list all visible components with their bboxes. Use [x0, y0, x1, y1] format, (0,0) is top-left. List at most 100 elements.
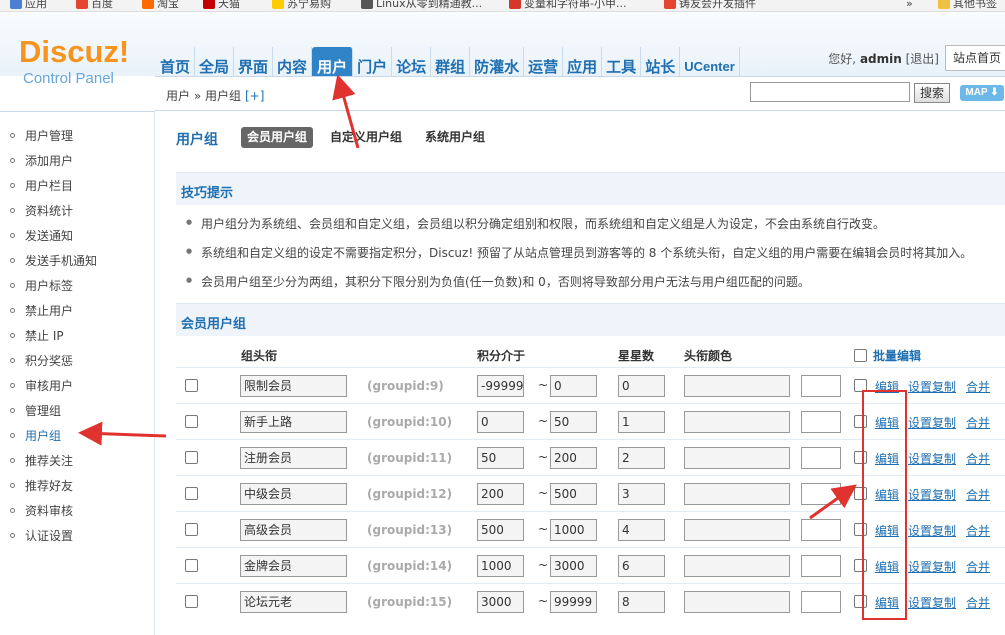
bookmark-overflow[interactable]: » — [906, 0, 913, 11]
logout-link[interactable]: [退出] — [906, 52, 939, 66]
credits-from-input[interactable]: -99999 — [477, 375, 524, 397]
stars-input[interactable]: 4 — [618, 519, 665, 541]
credits-from-input[interactable]: 1000 — [477, 555, 524, 577]
search-button[interactable]: 搜索 — [914, 83, 950, 103]
stars-input[interactable]: 8 — [618, 591, 665, 613]
sidebar-item[interactable]: 禁止用户 — [10, 301, 73, 319]
merge-link[interactable]: 合并 — [966, 594, 990, 611]
group-title-input[interactable]: 限制会员 — [240, 375, 347, 397]
group-title-input[interactable]: 高级会员 — [240, 519, 347, 541]
credits-from-input[interactable]: 200 — [477, 483, 524, 505]
credits-to-input[interactable]: 3000 — [550, 555, 597, 577]
sidebar-item[interactable]: 积分奖惩 — [10, 351, 73, 369]
color-input[interactable] — [684, 411, 790, 433]
sidebar-item[interactable]: 审核用户 — [10, 376, 73, 394]
sidebar-item[interactable]: 禁止 IP — [10, 326, 64, 344]
sidebar-item[interactable]: 资料审核 — [10, 501, 73, 519]
row-checkbox[interactable] — [185, 415, 198, 428]
credits-from-input[interactable]: 3000 — [477, 591, 524, 613]
stars-input[interactable]: 1 — [618, 411, 665, 433]
copy-settings-link[interactable]: 设置复制 — [908, 594, 956, 611]
stars-input[interactable]: 0 — [618, 375, 665, 397]
bookmark-tmall[interactable]: 天猫 — [203, 0, 240, 11]
row-checkbox[interactable] — [185, 379, 198, 392]
sidebar-item[interactable]: 推荐好友 — [10, 476, 73, 494]
batch-edit-checkbox[interactable] — [854, 349, 867, 362]
sidebar-item[interactable]: 认证设置 — [10, 526, 73, 544]
tab-custom-groups[interactable]: 自定义用户组 — [324, 127, 408, 148]
stars-input[interactable]: 3 — [618, 483, 665, 505]
copy-settings-link[interactable]: 设置复制 — [908, 450, 956, 467]
group-title-input[interactable]: 论坛元老 — [240, 591, 347, 613]
credits-to-input[interactable]: 500 — [550, 483, 597, 505]
sidebar-item[interactable]: 推荐关注 — [10, 451, 73, 469]
stars-input[interactable]: 2 — [618, 447, 665, 469]
color-input[interactable] — [684, 447, 790, 469]
row-checkbox[interactable] — [185, 451, 198, 464]
sidebar-item[interactable]: 发送通知 — [10, 226, 73, 244]
add-shortcut-link[interactable]: [+] — [245, 89, 264, 103]
bookmark-python[interactable]: 变量和字符串-小甲... — [509, 0, 626, 11]
credits-to-input[interactable]: 1000 — [550, 519, 597, 541]
row-checkbox[interactable] — [185, 523, 198, 536]
row-checkbox[interactable] — [185, 487, 198, 500]
row-checkbox[interactable] — [185, 559, 198, 572]
sidebar-item[interactable]: 发送手机通知 — [10, 251, 97, 269]
color-picker[interactable] — [801, 411, 841, 433]
credits-to-input[interactable]: 200 — [550, 447, 597, 469]
sidebar-item[interactable]: 用户标签 — [10, 276, 73, 294]
bookmark-taobao[interactable]: 淘宝 — [142, 0, 179, 11]
copy-settings-link[interactable]: 设置复制 — [908, 378, 956, 395]
stars-input[interactable]: 6 — [618, 555, 665, 577]
logo[interactable]: Discuz! — [19, 36, 129, 68]
credits-from-input[interactable]: 500 — [477, 519, 524, 541]
color-input[interactable] — [684, 483, 790, 505]
bookmark-linux[interactable]: Linux从零到精通教... — [361, 0, 482, 11]
copy-settings-link[interactable]: 设置复制 — [908, 414, 956, 431]
group-title-input[interactable]: 金牌会员 — [240, 555, 347, 577]
merge-link[interactable]: 合并 — [966, 522, 990, 539]
site-home-button[interactable]: 站点首页 — [945, 45, 1005, 71]
merge-link[interactable]: 合并 — [966, 558, 990, 575]
bookmark-plugin[interactable]: 铸友会开发插件 — [664, 0, 756, 11]
credits-from-input[interactable]: 50 — [477, 447, 524, 469]
color-input[interactable] — [684, 591, 790, 613]
copy-settings-link[interactable]: 设置复制 — [908, 522, 956, 539]
color-input[interactable] — [684, 555, 790, 577]
sidebar-item[interactable]: 用户管理 — [10, 126, 73, 144]
sidebar-item[interactable]: 管理组 — [10, 401, 61, 419]
copy-settings-link[interactable]: 设置复制 — [908, 486, 956, 503]
sidebar-item[interactable]: 用户组 — [10, 426, 61, 444]
color-picker[interactable] — [801, 555, 841, 577]
credits-to-input[interactable]: 99999 — [550, 591, 597, 613]
merge-link[interactable]: 合并 — [966, 450, 990, 467]
batch-edit[interactable]: 批量编辑 — [854, 347, 921, 364]
bookmark-apps[interactable]: 应用 — [10, 0, 47, 11]
color-picker[interactable] — [801, 591, 841, 613]
sidebar-item[interactable]: 资料统计 — [10, 201, 73, 219]
row-checkbox[interactable] — [185, 595, 198, 608]
search-input[interactable] — [750, 82, 910, 102]
tab-system-groups[interactable]: 系统用户组 — [419, 127, 491, 148]
sidebar-item[interactable]: 用户栏目 — [10, 176, 73, 194]
group-title-input[interactable]: 注册会员 — [240, 447, 347, 469]
color-picker[interactable] — [801, 519, 841, 541]
color-picker[interactable] — [801, 375, 841, 397]
credits-from-input[interactable]: 0 — [477, 411, 524, 433]
sidebar-item[interactable]: 添加用户 — [10, 151, 73, 169]
bookmark-suning[interactable]: 苏宁易购 — [272, 0, 331, 11]
color-picker[interactable] — [801, 483, 841, 505]
copy-settings-link[interactable]: 设置复制 — [908, 558, 956, 575]
merge-link[interactable]: 合并 — [966, 414, 990, 431]
color-input[interactable] — [684, 519, 790, 541]
bookmark-other[interactable]: 其他书签 — [938, 0, 997, 11]
group-title-input[interactable]: 新手上路 — [240, 411, 347, 433]
bookmark-baidu[interactable]: 百度 — [76, 0, 113, 11]
merge-link[interactable]: 合并 — [966, 486, 990, 503]
color-input[interactable] — [684, 375, 790, 397]
merge-link[interactable]: 合并 — [966, 378, 990, 395]
map-button[interactable]: MAP ⬇ — [960, 85, 1004, 101]
credits-to-input[interactable]: 0 — [550, 375, 597, 397]
color-picker[interactable] — [801, 447, 841, 469]
tab-member-groups[interactable]: 会员用户组 — [241, 127, 314, 148]
